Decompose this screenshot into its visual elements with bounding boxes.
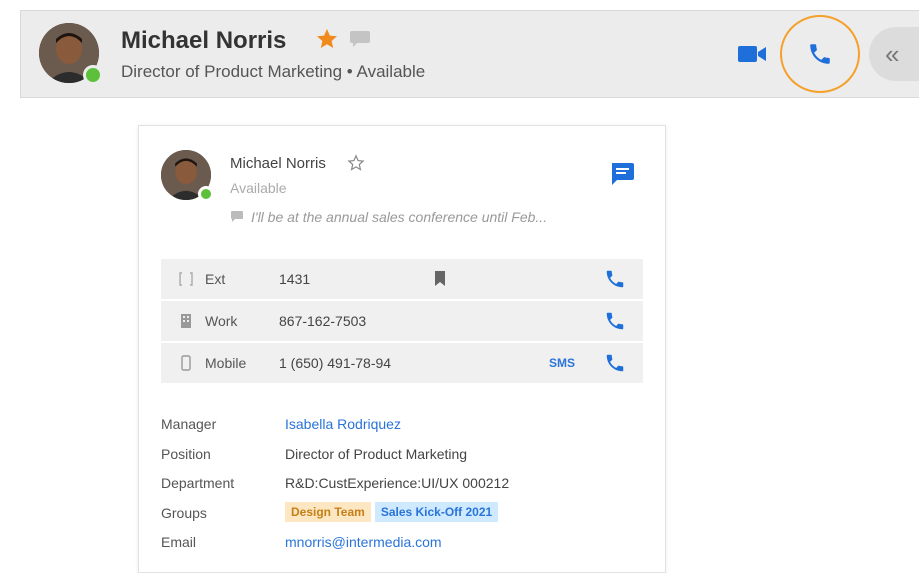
groups-tags: Design Team Sales Kick-Off 2021 <box>285 501 502 522</box>
contact-header: Michael Norris Director of Product Marke… <box>20 10 919 98</box>
double-chevron-left-icon: « <box>885 39 900 69</box>
detail-row-email: Email mnorris@intermedia.com <box>161 530 641 560</box>
card-presence-text: Available <box>230 180 287 196</box>
presence-status-dot <box>83 65 103 85</box>
status-message: I'll be at the annual sales conference u… <box>251 209 548 225</box>
detail-label: Manager <box>161 416 217 432</box>
phone-value: 1 (650) 491-78-94 <box>279 355 392 371</box>
app-root: Michael Norris Director of Product Marke… <box>0 0 919 573</box>
detail-row-manager: Manager Isabella Rodriquez <box>161 412 641 442</box>
star-outline-icon[interactable] <box>347 154 365 172</box>
group-tag[interactable]: Design Team <box>285 501 371 522</box>
phone-value: 867-162-7503 <box>279 313 367 329</box>
card-presence-dot <box>198 186 214 202</box>
phone-label: Ext <box>205 271 226 287</box>
extension-icon <box>179 272 193 286</box>
group-tag[interactable]: Sales Kick-Off 2021 <box>374 501 499 522</box>
phone-value: 1431 <box>279 271 311 287</box>
video-camera-icon[interactable] <box>737 43 767 65</box>
chat-bubble-icon[interactable] <box>349 29 371 49</box>
mobile-phone-icon <box>181 355 191 371</box>
phone-list: Ext 1431 Work 867-162-7503 Mobile 1 (650… <box>161 259 643 385</box>
manager-link[interactable]: Isabella Rodriquez <box>285 416 401 432</box>
contact-details: Manager Isabella Rodriquez Position Dire… <box>161 412 641 560</box>
bookmark-icon <box>435 271 445 286</box>
phone-row-work[interactable]: Work 867-162-7503 <box>161 301 643 341</box>
phone-icon[interactable] <box>807 41 833 67</box>
detail-row-groups: Groups Design Team Sales Kick-Off 2021 <box>161 501 641 531</box>
building-icon <box>181 314 191 328</box>
contact-card: Michael Norris Available I'll be at the … <box>138 125 666 573</box>
contact-name: Michael Norris <box>121 27 287 54</box>
chat-message-icon[interactable] <box>609 162 635 186</box>
collapse-panel-button[interactable]: « <box>869 27 919 81</box>
phone-icon[interactable] <box>604 352 626 374</box>
detail-value: Director of Product Marketing <box>285 445 468 462</box>
phone-label: Work <box>205 313 238 329</box>
phone-icon[interactable] <box>604 268 626 290</box>
detail-row-position: Position Director of Product Marketing <box>161 442 641 472</box>
phone-row-ext[interactable]: Ext 1431 <box>161 259 643 299</box>
detail-label: Department <box>161 475 235 491</box>
phone-row-mobile[interactable]: Mobile 1 (650) 491-78-94 SMS <box>161 343 643 383</box>
card-contact-name: Michael Norris <box>230 155 326 172</box>
detail-row-department: Department R&D:CustExperience:UI/UX 0002… <box>161 471 641 501</box>
detail-value: R&D:CustExperience:UI/UX 000212 <box>285 475 510 491</box>
detail-label: Position <box>161 445 211 462</box>
contact-subtitle: Director of Product Marketing • Availabl… <box>121 62 426 81</box>
star-filled-icon[interactable] <box>315 27 339 51</box>
email-link[interactable]: mnorris@intermedia.com <box>285 534 442 550</box>
sms-button[interactable]: SMS <box>549 356 575 370</box>
detail-label: Groups <box>161 504 207 521</box>
phone-label: Mobile <box>205 355 247 371</box>
status-message-icon <box>231 211 243 222</box>
detail-label: Email <box>161 534 197 550</box>
phone-icon[interactable] <box>604 310 626 332</box>
